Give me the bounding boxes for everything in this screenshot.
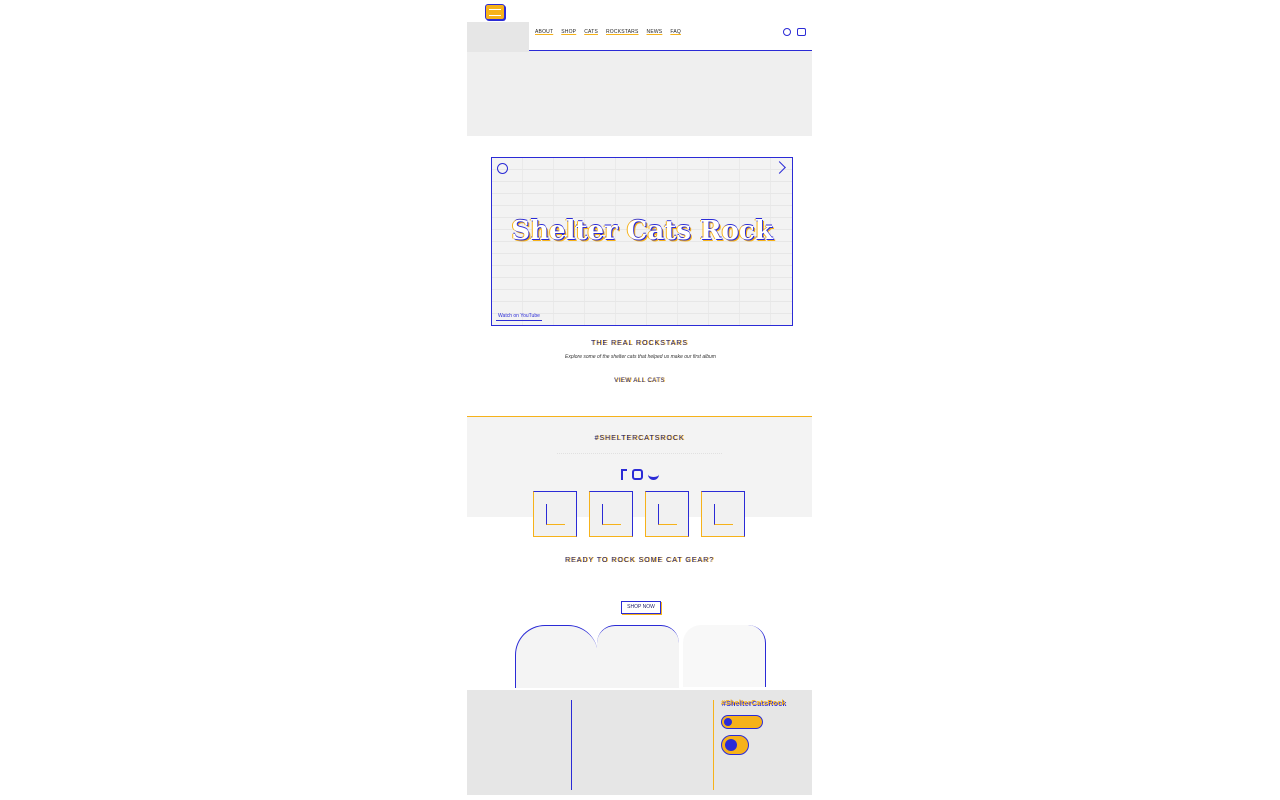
top-nav: ABOUT SHOP CATS ROCKSTARS NEWS FAQ xyxy=(529,22,812,51)
footer-brand: #ShelterCatsRock xyxy=(721,700,786,707)
rockstars-description: Explore some of the shelter cats that he… xyxy=(565,354,716,360)
channel-logo-icon xyxy=(497,163,508,174)
product-tshirt-white[interactable] xyxy=(683,625,766,687)
nav-item[interactable]: SHOP xyxy=(561,29,576,35)
hashtag-heading: #SHELTERCATSROCK xyxy=(594,435,685,442)
hero-band xyxy=(467,22,529,52)
social-post-thumbnail[interactable] xyxy=(589,491,633,537)
product-tshirt[interactable] xyxy=(597,625,679,688)
site-logo-icon[interactable] xyxy=(485,4,505,20)
nav-item[interactable]: ABOUT xyxy=(535,29,553,35)
footer-brand-column: #ShelterCatsRock xyxy=(721,700,806,755)
instagram-icon[interactable] xyxy=(631,469,643,480)
social-post-thumbnail[interactable] xyxy=(533,491,577,537)
page: ABOUT SHOP CATS ROCKSTARS NEWS FAQ Shelt… xyxy=(467,0,812,800)
cart-icon[interactable] xyxy=(797,28,806,36)
view-all-cats-link[interactable]: VIEW ALL CATS xyxy=(467,378,812,384)
shop-now-button[interactable]: SHOP NOW xyxy=(621,601,661,614)
nav-item[interactable]: ROCKSTARS xyxy=(606,29,639,35)
twitter-icon[interactable] xyxy=(647,469,659,480)
footer-divider xyxy=(713,700,714,790)
account-icon[interactable] xyxy=(783,28,791,36)
video-player[interactable]: Shelter Cats Rock Watch on YouTube xyxy=(491,157,793,326)
nav-item[interactable]: NEWS xyxy=(647,29,663,35)
nav-items: ABOUT SHOP CATS ROCKSTARS NEWS FAQ xyxy=(535,29,681,35)
product-sweatshirt[interactable] xyxy=(515,625,598,688)
partner-logo-icon[interactable] xyxy=(721,735,749,755)
nav-item[interactable]: FAQ xyxy=(670,29,681,35)
social-icons xyxy=(467,469,812,480)
video-title: Shelter Cats Rock xyxy=(511,216,773,246)
watch-on-youtube-button[interactable]: Watch on YouTube xyxy=(496,312,542,321)
partner-logo-icon[interactable] xyxy=(721,715,763,729)
social-thumbnails xyxy=(533,491,745,537)
nav-icons xyxy=(783,28,806,36)
social-subtitle xyxy=(557,453,722,454)
social-post-thumbnail[interactable] xyxy=(645,491,689,537)
facebook-icon[interactable] xyxy=(620,469,627,480)
shop-heading: READY TO ROCK SOME CAT GEAR? xyxy=(564,557,715,564)
nav-item[interactable]: CATS xyxy=(584,29,598,35)
footer-divider xyxy=(571,700,572,790)
rockstars-heading: THE REAL ROCKSTARS xyxy=(591,340,688,347)
social-post-thumbnail[interactable] xyxy=(701,491,745,537)
footer: #ShelterCatsRock xyxy=(467,690,812,795)
product-row xyxy=(515,625,769,688)
